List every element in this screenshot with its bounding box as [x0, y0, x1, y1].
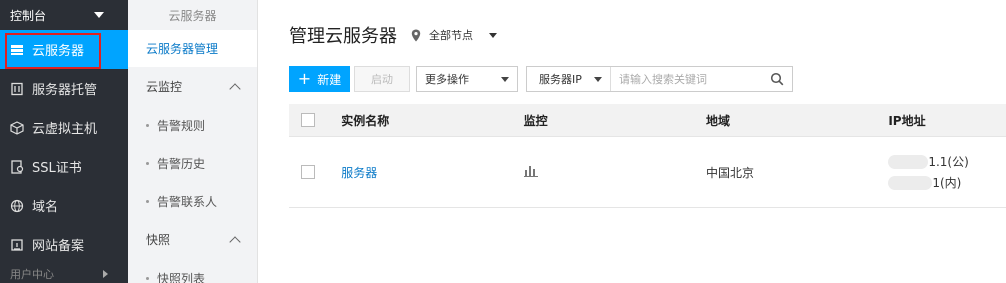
page-title: 管理云服务器	[289, 26, 397, 47]
chevron-up-icon	[229, 82, 241, 95]
header-monitor: 监控	[523, 113, 548, 128]
subnav-item-label: 告警规则	[157, 118, 206, 133]
nav-item-label: 域名	[32, 200, 59, 215]
bullet-icon	[146, 276, 149, 280]
more-actions-label: 更多操作	[425, 73, 469, 86]
plus-icon: +	[297, 69, 312, 88]
nav-item-label: 云虚拟主机	[32, 122, 98, 137]
subnav-item-alarm-history[interactable]: 告警历史	[128, 144, 257, 182]
caret-down-icon	[594, 76, 602, 82]
nav-item-label: 网站备案	[32, 239, 85, 254]
row-checkbox[interactable]	[301, 165, 315, 179]
instance-name-link[interactable]: 服务器	[341, 166, 377, 180]
nav-item-label: 云服务器	[32, 44, 85, 59]
search-icon[interactable]	[770, 72, 784, 86]
nav-item-virtual-host[interactable]: 云虚拟主机	[0, 108, 128, 147]
nav-item-user-center[interactable]: 用户中心	[0, 264, 128, 283]
nav-item-server-hosting[interactable]: 服务器托管	[0, 69, 128, 108]
subnav-item-alarm-contacts[interactable]: 告警联系人	[128, 182, 257, 220]
caret-right-icon	[103, 270, 108, 278]
search-box: 服务器IP	[526, 66, 793, 92]
redacted-ip-mask	[888, 175, 933, 190]
header-ip: IP地址	[888, 112, 1006, 129]
subnav-title: 云服务器	[168, 8, 217, 23]
nav-item-cloud-server[interactable]: 云服务器	[0, 30, 128, 69]
region-selector[interactable]: 全部节点	[429, 27, 473, 43]
console-dropdown[interactable]: 控制台	[0, 0, 128, 30]
table-row: 服务器 中国北京 1.1(公) 1(内)	[289, 137, 1006, 208]
subnav-group-monitor[interactable]: 云监控	[128, 67, 257, 106]
subnav-group-label: 快照	[146, 233, 171, 247]
nav-item-label: 服务器托管	[32, 83, 98, 98]
cube-icon	[10, 120, 24, 135]
search-key-label: 服务器IP	[539, 73, 582, 86]
new-button-label: 新建	[317, 72, 342, 87]
sub-nav: 云服务器 云服务器管理 云监控 告警规则 告警历史 告警联系人 快照 快照列表	[128, 0, 258, 283]
ip-private: 1(内)	[932, 176, 962, 190]
bullet-icon	[146, 123, 149, 127]
subnav-item-alarm-rules[interactable]: 告警规则	[128, 106, 257, 144]
title-row: 管理云服务器 全部节点	[289, 22, 497, 48]
server-icon	[10, 43, 24, 57]
subnav-item-label: 告警联系人	[157, 194, 218, 209]
redacted-ip-mask	[888, 154, 929, 169]
search-key-select[interactable]: 服务器IP	[527, 67, 611, 91]
nav-item-ssl[interactable]: SSL证书	[0, 147, 128, 186]
nav-item-icp-record[interactable]: 网站备案	[0, 225, 128, 264]
new-button[interactable]: + 新建	[289, 66, 350, 92]
caret-down-icon	[94, 12, 104, 18]
chevron-up-icon	[229, 235, 241, 248]
certificate-icon	[10, 159, 24, 174]
start-button[interactable]: 启动	[354, 66, 410, 92]
main-content: 管理云服务器 全部节点 + 新建 启动 更多操作 服务器IP 请输入搜索关键词 …	[258, 0, 1006, 283]
instance-table: 实例名称 监控 地域 IP地址 服务器 中国北京 1.1(公) 1(内)	[289, 104, 1006, 208]
nav-item-label: SSL证书	[32, 161, 82, 176]
nav-item-label: 用户中心	[10, 268, 54, 281]
select-all-checkbox[interactable]	[301, 113, 315, 127]
subnav-item-snapshot-list[interactable]: 快照列表	[128, 259, 257, 283]
nav-item-domain[interactable]: 域名	[0, 186, 128, 225]
subnav-item-server-management[interactable]: 云服务器管理	[128, 30, 257, 67]
subnav-group-snapshot[interactable]: 快照	[128, 220, 257, 259]
ip-public: 1.1(公)	[928, 155, 969, 169]
table-header: 实例名称 监控 地域 IP地址	[289, 104, 1006, 137]
toolbar: + 新建 启动 更多操作 服务器IP	[289, 66, 793, 92]
more-actions-select[interactable]: 更多操作	[416, 66, 518, 92]
console-label: 控制台	[10, 8, 47, 23]
record-icon	[10, 238, 24, 252]
caret-down-icon	[501, 76, 509, 82]
header-ip-label: IP地址	[888, 113, 926, 128]
subnav-item-label: 快照列表	[157, 271, 206, 283]
subnav-item-label: 告警历史	[157, 156, 206, 171]
search-input[interactable]	[611, 67, 770, 91]
location-pin-icon	[411, 29, 421, 41]
main-nav: 控制台 云服务器 服务器托管 云虚拟主机 SSL证书 域名 网站备案 用户中心	[0, 0, 128, 283]
globe-icon	[10, 199, 24, 213]
bullet-icon	[146, 199, 149, 203]
header-instance-name: 实例名称	[341, 113, 390, 128]
rack-icon	[10, 82, 24, 96]
instance-region: 中国北京	[705, 165, 754, 180]
bar-chart-icon[interactable]	[523, 165, 538, 177]
subnav-group-label: 云监控	[146, 80, 183, 94]
caret-down-icon[interactable]	[489, 32, 497, 38]
bullet-icon	[146, 161, 149, 165]
header-region: 地域	[705, 113, 730, 128]
instance-ip: 1.1(公) 1(内)	[888, 153, 1006, 191]
